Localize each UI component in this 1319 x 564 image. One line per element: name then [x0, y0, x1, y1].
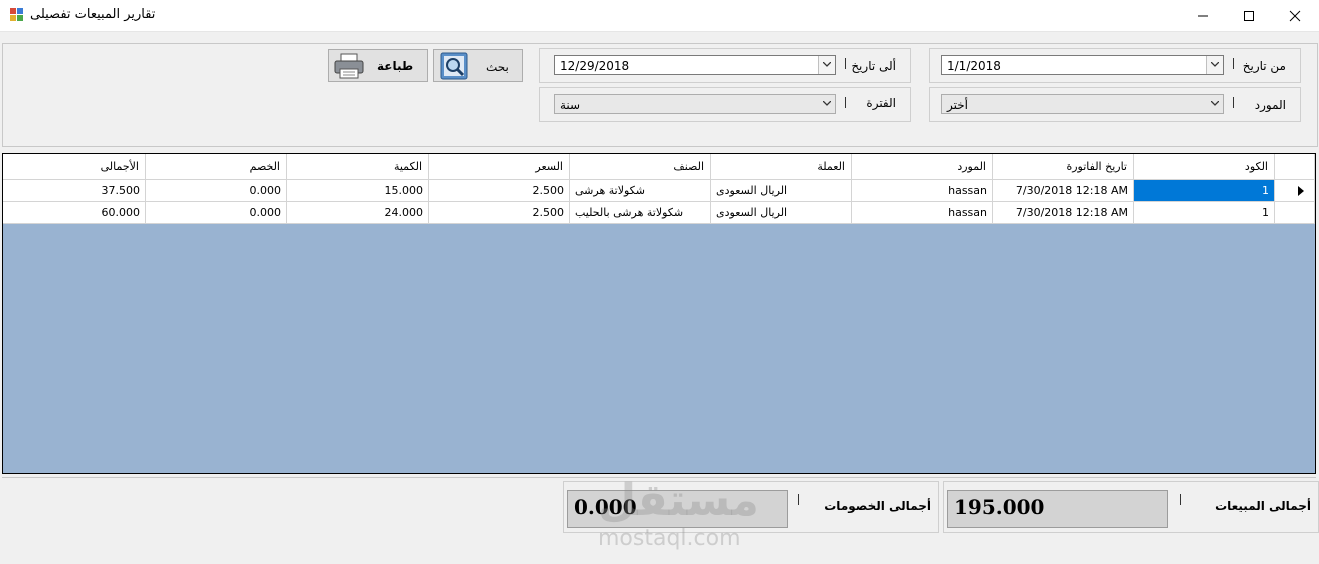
table-cell[interactable]: hassan	[852, 180, 993, 202]
to-date-group: ألى تاريخ 12/29/2018	[539, 48, 911, 83]
table-cell[interactable]: الريال السعودى	[711, 180, 852, 202]
app-icon	[10, 8, 24, 22]
total-sales-value: 195.000	[954, 495, 1045, 519]
chevron-down-icon[interactable]	[818, 56, 835, 74]
grid-header: الكود تاريخ الفاتورة المورد العملة الصنف…	[3, 154, 1315, 180]
supplier-label: المورد	[1254, 98, 1286, 112]
chevron-down-icon[interactable]	[1206, 56, 1223, 74]
title-bar: تقارير المبيعات تفصيلى	[0, 0, 1319, 32]
current-row-icon	[1298, 186, 1304, 196]
separator	[845, 58, 846, 69]
period-select[interactable]: سنة	[554, 94, 836, 114]
search-label: بحث	[486, 60, 509, 74]
printer-icon	[334, 53, 364, 79]
from-date-value: 1/1/2018	[947, 59, 1001, 73]
table-cell[interactable]: الريال السعودى	[711, 202, 852, 224]
table-cell[interactable]: 15.000	[287, 180, 429, 202]
separator	[845, 97, 846, 108]
period-group: الفترة سنة	[539, 87, 911, 122]
table-cell[interactable]: 2.500	[429, 180, 570, 202]
supplier-group: المورد أختر	[929, 87, 1301, 122]
table-cell[interactable]: 37.500	[3, 180, 146, 202]
maximize-icon	[1244, 11, 1254, 21]
chevron-down-icon[interactable]	[1207, 95, 1223, 113]
total-discounts-label: أجمالى الخصومات	[824, 499, 931, 513]
column-header[interactable]: الخصم	[146, 154, 287, 180]
period-label: الفترة	[866, 96, 896, 110]
from-date-group: من تاريخ 1/1/2018	[929, 48, 1301, 83]
chevron-down-icon[interactable]	[819, 95, 835, 113]
minimize-icon	[1198, 15, 1208, 17]
column-header[interactable]: الصنف	[570, 154, 711, 180]
table-cell[interactable]: 24.000	[287, 202, 429, 224]
separator	[798, 494, 799, 505]
separator	[1233, 97, 1234, 108]
separator	[1180, 494, 1181, 505]
supplier-selected: أختر	[947, 98, 968, 112]
table-cell[interactable]: شكولاتة هرشى	[570, 180, 711, 202]
table-cell[interactable]: hassan	[852, 202, 993, 224]
maximize-button[interactable]	[1226, 0, 1272, 31]
table-cell[interactable]: 0.000	[146, 180, 287, 202]
row-header[interactable]	[1275, 202, 1315, 224]
watermark-url: mostaql.com	[598, 526, 741, 551]
table-cell[interactable]: شكولاتة هرشى بالحليب	[570, 202, 711, 224]
total-sales-label: أجمالى المبيعات	[1215, 499, 1311, 513]
column-header[interactable]: العملة	[711, 154, 852, 180]
column-header[interactable]: الكمية	[287, 154, 429, 180]
to-date-picker[interactable]: 12/29/2018	[554, 55, 836, 75]
table-cell[interactable]: 1	[1134, 180, 1275, 202]
minimize-button[interactable]	[1180, 0, 1226, 31]
column-header[interactable]: المورد	[852, 154, 993, 180]
table-cell[interactable]: 0.000	[146, 202, 287, 224]
column-header[interactable]: تاريخ الفاتورة	[993, 154, 1134, 180]
to-date-label: ألى تاريخ	[851, 59, 896, 73]
to-date-value: 12/29/2018	[560, 59, 630, 73]
column-header[interactable]: الأجمالى	[3, 154, 146, 180]
search-button[interactable]: بحث	[433, 49, 523, 82]
column-header[interactable]: الكود	[1134, 154, 1275, 180]
print-label: طباعة	[377, 59, 414, 73]
total-sales-group: أجمالى المبيعات 195.000	[943, 481, 1319, 533]
sales-grid[interactable]: الكود تاريخ الفاتورة المورد العملة الصنف…	[2, 153, 1316, 474]
table-cell[interactable]: 7/30/2018 12:18 AM	[993, 202, 1134, 224]
column-header[interactable]: السعر	[429, 154, 570, 180]
filter-panel: من تاريخ 1/1/2018 ألى تاريخ 12/29/2018 ا…	[2, 43, 1318, 147]
row-header-corner	[1275, 154, 1315, 180]
period-value: سنة	[560, 98, 581, 112]
close-button[interactable]	[1272, 0, 1318, 31]
from-date-picker[interactable]: 1/1/2018	[941, 55, 1224, 75]
search-icon	[440, 52, 468, 80]
watermark-logo: مستقل	[598, 475, 759, 526]
supplier-select[interactable]: أختر	[941, 94, 1224, 114]
total-sales-field: 195.000	[947, 490, 1168, 528]
print-button[interactable]: طباعة	[328, 49, 428, 82]
table-cell[interactable]: 2.500	[429, 202, 570, 224]
close-icon	[1289, 10, 1301, 22]
table-cell[interactable]: 7/30/2018 12:18 AM	[993, 180, 1134, 202]
row-header[interactable]	[1275, 180, 1315, 202]
table-cell[interactable]: 60.000	[3, 202, 146, 224]
from-date-label: من تاريخ	[1242, 59, 1286, 73]
separator	[1233, 58, 1234, 69]
window-title: تقارير المبيعات تفصيلى	[30, 7, 156, 22]
table-cell[interactable]: 1	[1134, 202, 1275, 224]
